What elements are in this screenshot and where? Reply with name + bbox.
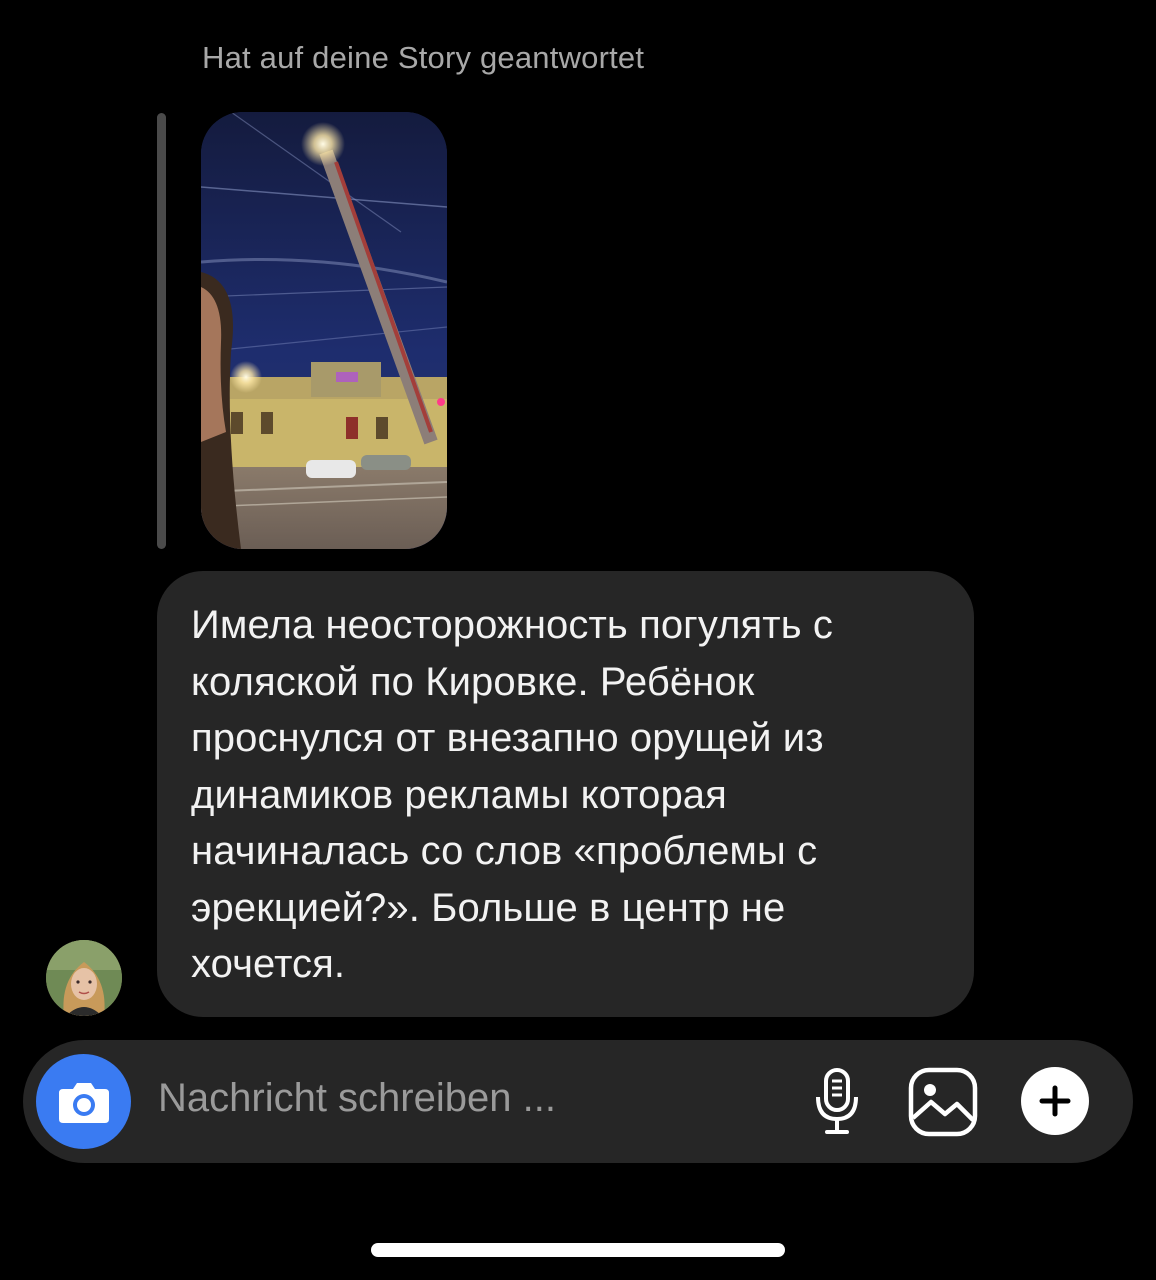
- voice-message-button[interactable]: [809, 1062, 865, 1142]
- story-image: [201, 112, 447, 549]
- image-gallery-icon: [908, 1067, 978, 1137]
- home-indicator[interactable]: [371, 1243, 785, 1257]
- story-thumbnail[interactable]: [201, 112, 447, 549]
- gallery-button[interactable]: [907, 1066, 979, 1138]
- avatar-image: [46, 940, 122, 1016]
- more-options-button[interactable]: [1021, 1067, 1089, 1135]
- microphone-icon: [816, 1068, 858, 1134]
- message-bubble[interactable]: Имела неосторожность погулять с коляской…: [157, 571, 974, 1017]
- reply-quote-bar: [157, 113, 166, 549]
- camera-button[interactable]: [36, 1054, 131, 1149]
- message-text: Имела неосторожность погулять с коляской…: [191, 603, 833, 986]
- message-composer: Nachricht schreiben ...: [23, 1040, 1133, 1163]
- reply-context-label: Hat auf deine Story geantwortet: [202, 40, 645, 75]
- message-input[interactable]: Nachricht schreiben ...: [158, 1076, 556, 1121]
- avatar[interactable]: [46, 940, 122, 1016]
- camera-icon: [58, 1082, 109, 1123]
- plus-icon: [1039, 1085, 1071, 1117]
